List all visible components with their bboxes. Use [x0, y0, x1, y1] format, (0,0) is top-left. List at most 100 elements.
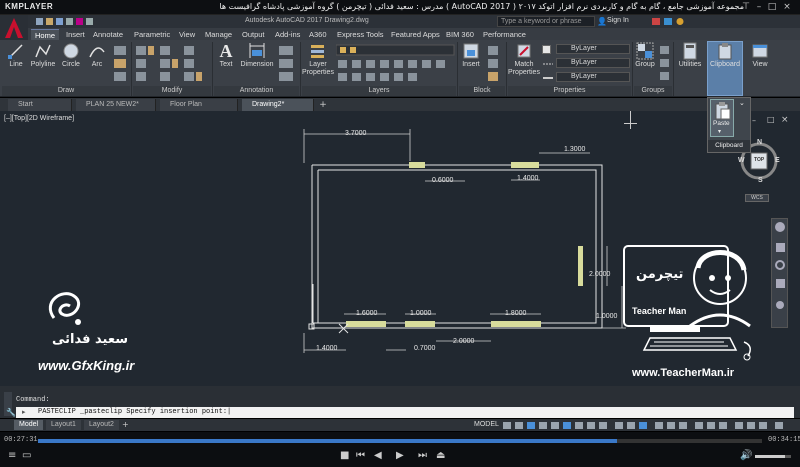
model-space-button[interactable]: MODEL: [474, 421, 499, 428]
info-toolbar[interactable]: [650, 17, 690, 26]
polyline-button[interactable]: Polyline: [28, 42, 58, 68]
viewport-restore-icon[interactable]: □: [767, 115, 775, 124]
current-time: 00:27:31: [4, 436, 38, 444]
search-input[interactable]: Type a keyword or phrase: [497, 16, 595, 27]
viewcube-north[interactable]: N: [757, 139, 762, 146]
menu-icon[interactable]: ≡: [8, 450, 16, 461]
dimension-button[interactable]: Dimension: [239, 42, 275, 68]
match-properties-button[interactable]: Match Properties: [507, 42, 541, 77]
user-icon[interactable]: 👤: [597, 17, 607, 26]
paste-dropdown-icon[interactable]: ▾: [718, 128, 721, 135]
tab-add-ins[interactable]: Add-ins: [271, 29, 304, 40]
tab-output[interactable]: Output: [238, 29, 269, 40]
dim-text: 0.7000: [414, 345, 436, 352]
color-dropdown[interactable]: ByLayer: [556, 44, 630, 54]
tab-insert[interactable]: Insert: [62, 29, 89, 40]
command-input[interactable]: PASTECLIP _pasteclip Specify insertion p…: [16, 407, 794, 418]
panel-label-layers[interactable]: Layers: [302, 86, 456, 96]
pin-icon[interactable]: ⊤: [740, 2, 752, 12]
text-button[interactable]: A Text: [215, 42, 237, 68]
panel-label-modify[interactable]: Modify: [133, 86, 211, 96]
tab-manage[interactable]: Manage: [201, 29, 236, 40]
tab-performance[interactable]: Performance: [479, 29, 530, 40]
rewind-icon[interactable]: ◀: [374, 450, 382, 461]
file-tab-plan[interactable]: PLAN 25 NEW2*: [76, 99, 156, 111]
block-small-tools[interactable]: [485, 44, 505, 84]
tab-view[interactable]: View: [175, 29, 199, 40]
view-icon: [752, 44, 768, 58]
layer-tools[interactable]: [335, 44, 456, 84]
group-button[interactable]: Group: [634, 42, 656, 68]
layout-tab-layout2[interactable]: Layout2: [84, 420, 119, 430]
line-button[interactable]: Line: [5, 42, 27, 68]
sign-in-button[interactable]: Sign In: [607, 17, 629, 24]
wrench-icon[interactable]: 🔧: [6, 408, 16, 417]
layer-properties-button[interactable]: Layer Properties: [302, 42, 334, 77]
insert-block-button[interactable]: Insert: [459, 42, 483, 68]
stop-icon[interactable]: ■: [340, 450, 349, 461]
tab-bim-360[interactable]: BIM 360: [442, 29, 478, 40]
previous-icon[interactable]: ⏮: [356, 450, 365, 461]
minimize-icon[interactable]: –: [753, 2, 765, 12]
file-tab-start[interactable]: Start: [8, 99, 72, 111]
panel-label-annotation[interactable]: Annotation: [214, 86, 299, 96]
eject-icon[interactable]: ⏏: [436, 450, 445, 461]
new-tab-icon[interactable]: +: [318, 100, 328, 110]
paste-button[interactable]: [710, 99, 734, 137]
status-toggles[interactable]: [503, 421, 793, 430]
draw-small-tools[interactable]: [112, 44, 130, 84]
tab-a360[interactable]: A360: [305, 29, 331, 40]
viewport-close-icon[interactable]: ×: [781, 115, 789, 125]
linetype-dropdown[interactable]: ByLayer: [556, 58, 630, 68]
polyline-label: Polyline: [30, 61, 56, 68]
color-swatch[interactable]: [542, 45, 551, 54]
utilities-button[interactable]: Utilities: [675, 42, 705, 68]
view-button[interactable]: View: [746, 42, 774, 68]
tab-featured-apps[interactable]: Featured Apps: [387, 29, 444, 40]
text-label: Text: [219, 61, 233, 68]
close-icon[interactable]: ×: [781, 2, 793, 12]
file-tab-drawing2[interactable]: Drawing2*: [242, 99, 314, 111]
wcs-menu[interactable]: WCS: [745, 194, 769, 202]
paste-icon: [715, 102, 731, 120]
tab-parametric[interactable]: Parametric: [130, 29, 174, 40]
viewcube-east[interactable]: E: [775, 157, 780, 164]
fast-forward-icon[interactable]: ⏭: [418, 450, 427, 461]
layout-tab-layout1[interactable]: Layout1: [46, 420, 81, 430]
viewport-minimize-icon[interactable]: –: [752, 116, 756, 125]
play-icon[interactable]: ▶: [396, 450, 404, 461]
maximize-icon[interactable]: □: [766, 2, 778, 12]
clipboard-button[interactable]: Clipboard: [707, 42, 743, 68]
layout-tab-model[interactable]: Model: [14, 420, 44, 430]
viewcube-south[interactable]: S: [758, 177, 763, 184]
add-layout-icon[interactable]: +: [122, 420, 129, 429]
lineweight-dropdown[interactable]: ByLayer: [556, 72, 630, 82]
viewcube-top[interactable]: TOP: [754, 157, 764, 163]
tab-annotate[interactable]: Annotate: [89, 29, 127, 40]
dim-text: 1.4000: [316, 345, 338, 352]
panel-label-block[interactable]: Block: [459, 86, 505, 96]
tab-express-tools[interactable]: Express Tools: [333, 29, 388, 40]
volume-icon[interactable]: 🔊: [740, 450, 752, 461]
navigation-bar[interactable]: [771, 218, 788, 328]
line-icon: [8, 44, 23, 59]
match-properties-label: Match Properties: [508, 61, 540, 76]
autocad-logo-icon: [5, 18, 23, 38]
arc-label: Arc: [91, 61, 103, 68]
clipboard-expand-icon[interactable]: ⌄: [739, 99, 749, 109]
viewcube-west[interactable]: W: [738, 157, 745, 164]
group-small-tools[interactable]: [658, 44, 672, 84]
annotation-small-tools[interactable]: [277, 44, 299, 84]
file-tab-floor-plan[interactable]: Floor Plan Sample*: [160, 99, 238, 120]
arc-button[interactable]: Arc: [86, 42, 108, 68]
panel-label-properties[interactable]: Properties: [508, 86, 631, 96]
modify-tools[interactable]: [134, 44, 210, 84]
tab-home[interactable]: Home: [31, 29, 60, 40]
folder-icon[interactable]: ▭: [22, 450, 31, 461]
panel-label-groups[interactable]: Groups: [634, 86, 672, 96]
panel-label-draw[interactable]: Draw: [2, 86, 130, 96]
quick-access-toolbar[interactable]: [36, 17, 176, 26]
circle-button[interactable]: Circle: [60, 42, 82, 68]
application-button[interactable]: [0, 15, 28, 42]
layer-properties-label: Layer Properties: [302, 61, 334, 76]
